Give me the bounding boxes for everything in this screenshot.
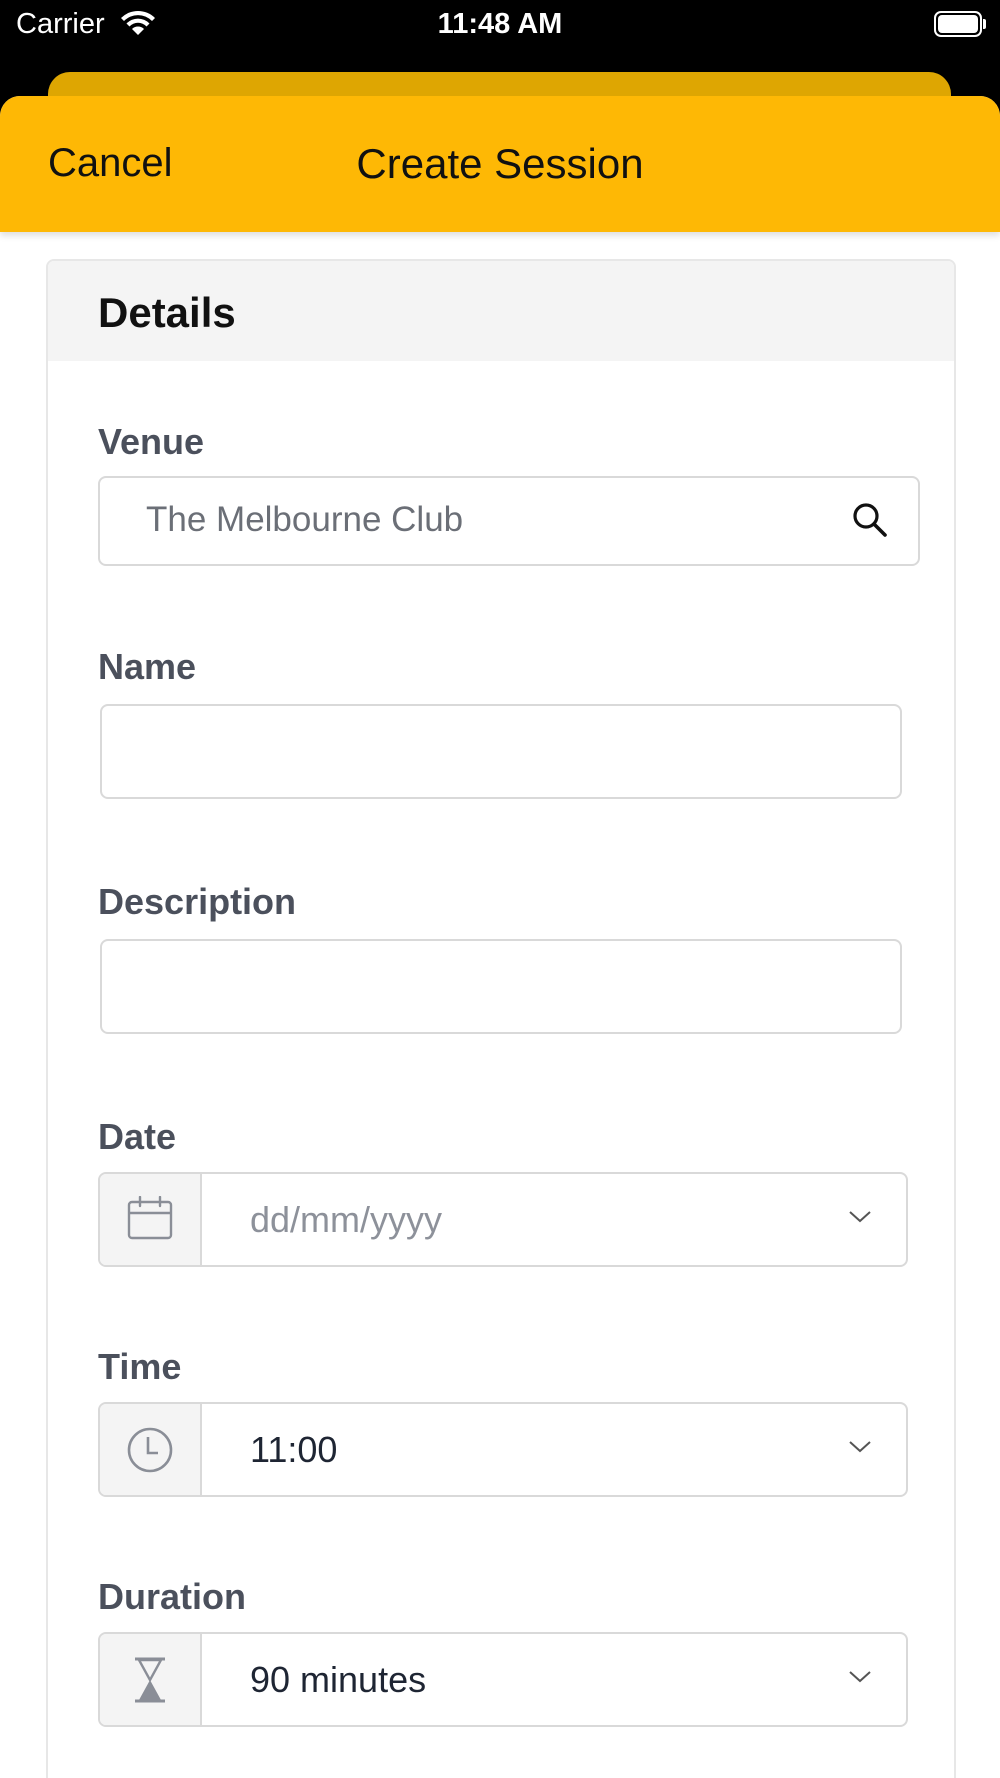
chevron-down-icon xyxy=(848,1670,872,1689)
description-label: Description xyxy=(98,881,297,922)
clock-icon xyxy=(127,1427,173,1473)
time-picker[interactable]: 11:00 xyxy=(98,1402,908,1497)
details-card: Details Venue The Melbourne Club Name De… xyxy=(46,259,956,1778)
date-placeholder: dd/mm/yyyy xyxy=(250,1199,443,1240)
duration-value: 90 minutes xyxy=(250,1659,427,1700)
hourglass-icon xyxy=(135,1657,165,1703)
duration-label: Duration xyxy=(98,1576,246,1617)
chevron-down-icon xyxy=(848,1440,872,1459)
chevron-down-icon xyxy=(848,1210,872,1229)
duration-addon xyxy=(100,1634,202,1725)
time-label: Time xyxy=(98,1346,182,1387)
time-value: 11:00 xyxy=(250,1429,338,1470)
status-bar: Carrier 11:48 AM xyxy=(0,0,1000,60)
date-addon xyxy=(100,1174,202,1265)
navigation-bar: Cancel Create Session xyxy=(0,96,1000,232)
details-section-title: Details xyxy=(98,289,236,336)
calendar-icon xyxy=(127,1196,173,1240)
battery-icon xyxy=(934,11,986,37)
description-field[interactable] xyxy=(100,939,902,1034)
venue-search-field[interactable]: The Melbourne Club xyxy=(98,476,920,566)
venue-value: The Melbourne Club xyxy=(146,500,464,539)
date-picker[interactable]: dd/mm/yyyy xyxy=(98,1172,908,1267)
status-time: 11:48 AM xyxy=(437,8,563,40)
time-addon xyxy=(100,1404,202,1495)
name-label: Name xyxy=(98,646,197,687)
venue-label: Venue xyxy=(98,421,205,462)
date-label: Date xyxy=(98,1116,177,1157)
name-field[interactable] xyxy=(100,704,902,799)
duration-picker[interactable]: 90 minutes xyxy=(98,1632,908,1727)
create-session-sheet: Cancel Create Session Details Venue The … xyxy=(0,96,1000,1778)
page-title: Create Session xyxy=(356,140,644,187)
search-icon[interactable] xyxy=(850,500,890,545)
details-card-header: Details xyxy=(48,261,954,361)
